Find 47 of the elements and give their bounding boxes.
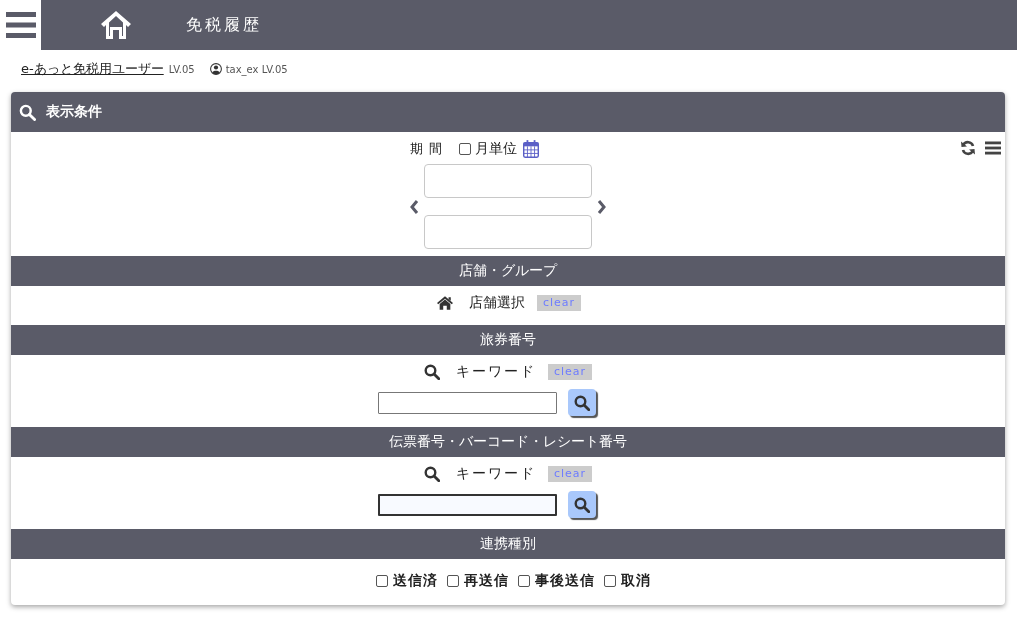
page-title: 免税履歴 [186,14,262,36]
keyword-label: キーワード [455,363,536,381]
search-icon [574,394,590,411]
keyword-input[interactable] [378,391,557,414]
section-header: 連携種別 [11,529,1005,559]
checkbox[interactable] [517,575,530,587]
checkbox-label: 再送信 [463,572,509,590]
keyword-label: キーワード [455,465,536,483]
search-icon [423,466,440,482]
clear-button[interactable]: clear [547,364,593,380]
search-button[interactable] [568,389,596,416]
keyword-input[interactable] [378,493,557,516]
section-header: 伝票番号・バーコード・レシート番号 [11,427,1005,457]
home-icon [436,296,453,310]
period-label: 期 間 [410,140,444,158]
end-date-field[interactable] [424,215,592,249]
checkbox[interactable] [375,575,388,587]
monthly-checkbox[interactable] [459,143,472,155]
store-select-link[interactable]: 店舗選択 [468,294,525,312]
checkbox[interactable] [603,575,616,587]
search-icon [19,103,36,121]
section-header: 店舗・グループ [11,256,1005,286]
user-name-link[interactable]: e-あっと免税用ユーザー [21,60,164,78]
menu-icon [5,12,36,38]
refresh-icon[interactable] [960,140,976,156]
panel-title: 表示条件 [46,103,102,121]
chevron-left-icon[interactable] [409,198,419,215]
checkbox-label: 取消 [620,572,651,590]
chevron-right-icon[interactable] [597,198,607,215]
calendar-icon[interactable] [523,140,540,158]
start-date-field[interactable] [424,164,592,198]
user-level: LV.05 [168,63,195,75]
home-icon[interactable] [101,11,131,39]
search-icon [574,496,590,513]
account-label: tax_ex LV.05 [225,63,288,75]
clear-button[interactable]: clear [536,295,582,311]
checkbox-label: 送信済 [392,572,438,590]
search-button[interactable] [568,491,596,518]
checkbox-label: 事後送信 [534,572,595,590]
section-header: 旅券番号 [11,325,1005,355]
clear-button[interactable]: clear [547,466,593,482]
menu-button[interactable] [0,0,41,50]
search-icon [423,364,440,380]
checkbox[interactable] [446,575,459,587]
list-menu-icon[interactable] [985,140,1001,156]
monthly-label: 月単位 [475,140,518,158]
user-circle-icon [209,63,222,75]
